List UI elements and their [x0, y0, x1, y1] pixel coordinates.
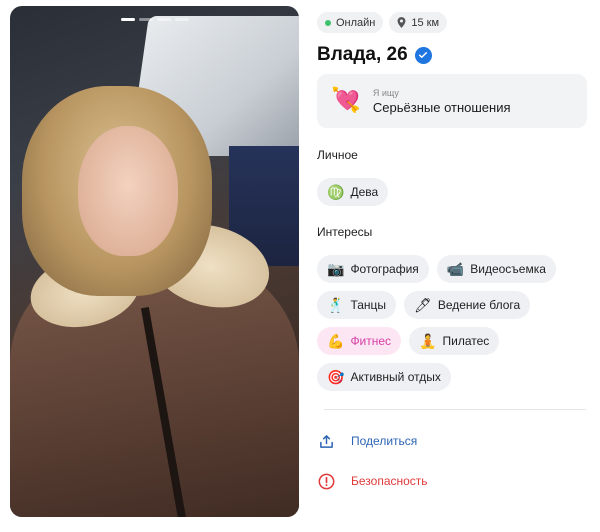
interests-title: Интересы	[317, 225, 373, 239]
alert-circle-icon	[317, 472, 335, 490]
interest-chip: 🎯 Активный отдых	[317, 363, 451, 391]
yoga-icon: 🧘	[419, 333, 437, 349]
seeking-value: Серьёзные отношения	[372, 99, 511, 115]
photo-pagination	[10, 18, 299, 21]
photo-dot[interactable]	[174, 18, 189, 21]
target-icon: 🎯	[327, 369, 345, 385]
interest-chip: 📹 Видеосъемка	[436, 255, 556, 283]
interest-chip: 🧘 Пилатес	[409, 327, 500, 355]
photo-dot[interactable]	[156, 18, 171, 21]
seeking-label: Я ищу	[372, 87, 399, 98]
chip-label: Активный отдых	[350, 370, 441, 384]
chip-label: Видеосъемка	[470, 262, 546, 276]
online-badge: Онлайн	[317, 12, 384, 33]
location-pin-icon	[397, 17, 406, 28]
photo-dot[interactable]	[138, 18, 153, 21]
online-label: Онлайн	[336, 16, 376, 29]
profile-photo[interactable]	[10, 6, 299, 517]
chip-label: Ведение блога	[437, 298, 521, 312]
share-label: Поделиться	[351, 434, 418, 448]
name-row: Влада, 26	[317, 44, 432, 66]
online-dot-icon	[325, 19, 331, 26]
dancer-icon: 🕺	[327, 297, 345, 313]
chip-label: Танцы	[350, 298, 387, 312]
heart-arrow-icon: 💘	[331, 87, 361, 114]
share-icon	[317, 432, 335, 450]
zodiac-chip: ♍ Дева	[317, 178, 389, 206]
photo-dot[interactable]	[120, 18, 135, 21]
chip-label: Дева	[350, 185, 379, 199]
photo-face	[78, 126, 178, 256]
interest-chip: 📷 Фотография	[317, 255, 429, 283]
camera-icon: 📷	[327, 261, 345, 277]
chip-label: Фотография	[350, 262, 419, 276]
pen-icon: 🖊	[414, 297, 432, 313]
flexed-biceps-icon: 💪	[327, 333, 345, 349]
profile-name: Влада, 26	[317, 44, 408, 65]
personal-chips: ♍ Дева	[317, 178, 600, 206]
personal-title: Личное	[317, 148, 358, 162]
chip-label: Фитнес	[350, 334, 392, 348]
divider	[324, 409, 586, 410]
video-camera-icon: 📹	[446, 261, 465, 277]
interest-chip-highlighted: 💪 Фитнес	[317, 327, 402, 355]
share-button[interactable]: Поделиться	[317, 432, 417, 450]
distance-badge: 15 км	[389, 12, 448, 33]
seeking-card: 💘 Я ищу Серьёзные отношения	[317, 74, 587, 128]
safety-label: Безопасность	[351, 474, 428, 488]
distance-label: 15 км	[411, 16, 440, 29]
verified-check-icon	[414, 46, 432, 64]
safety-button[interactable]: Безопасность	[317, 472, 428, 490]
virgo-icon: ♍	[327, 184, 345, 200]
interests-chips: 📷 Фотография 📹 Видеосъемка 🕺 Танцы 🖊 Вед…	[317, 255, 600, 391]
chip-label: Пилатес	[442, 334, 490, 348]
status-badges: Онлайн 15 км	[317, 12, 448, 33]
interest-chip: 🕺 Танцы	[317, 291, 397, 319]
interest-chip: 🖊 Ведение блога	[404, 291, 531, 319]
